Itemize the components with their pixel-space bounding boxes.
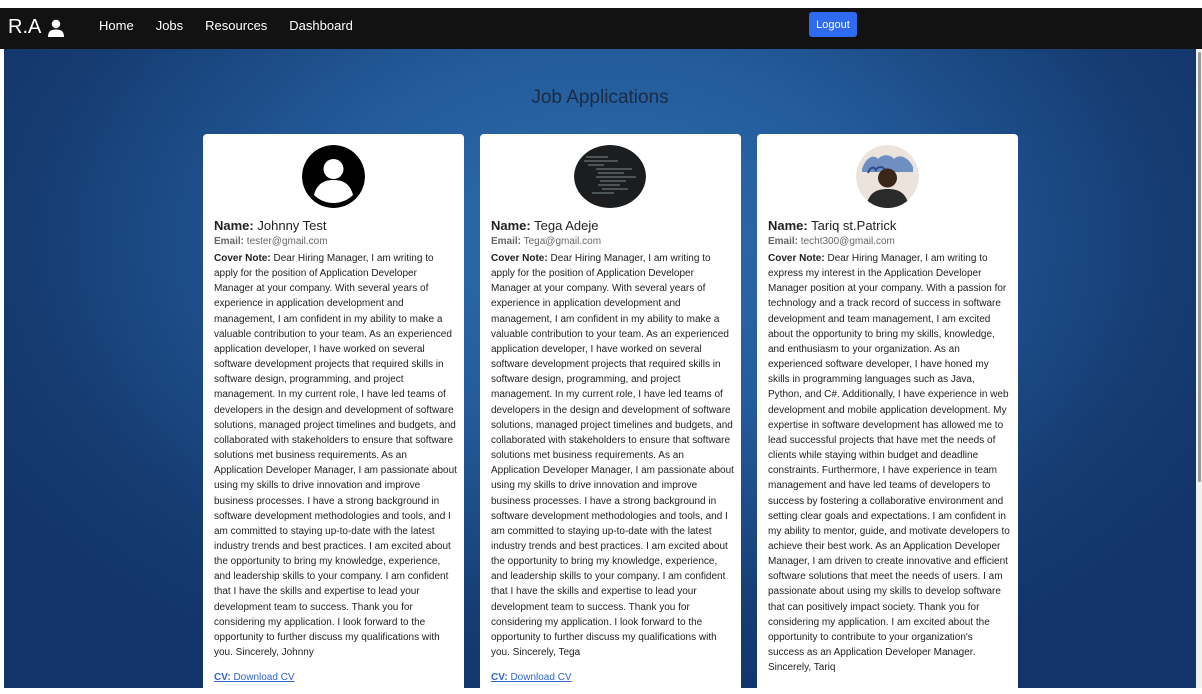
name-value: Tariq st.Patrick — [811, 218, 897, 233]
name-label: Name: — [214, 218, 254, 233]
navbar: R.A Home Jobs Resources Dashboard Logout — [0, 8, 1202, 49]
cover-note: Cover Note: Dear Hiring Manager, I am wr… — [768, 251, 1011, 675]
nav-home-link[interactable]: Home — [99, 18, 134, 33]
applicant-email: Email: tester@gmail.com — [214, 236, 328, 247]
nav-jobs-link[interactable]: Jobs — [156, 18, 183, 33]
applicant-name: Name: Tega Adeje — [491, 218, 598, 233]
scrollbar-thumb[interactable] — [1198, 52, 1201, 482]
cover-note-text: Dear Hiring Manager, I am writing to app… — [491, 253, 734, 659]
user-icon — [48, 19, 65, 37]
email-value: tester@gmail.com — [246, 236, 328, 247]
email-label: Email: — [491, 236, 522, 247]
terminal-photo — [574, 145, 646, 208]
logout-button[interactable]: Logout — [809, 12, 857, 37]
main-content: Job Applications Name: Johnny Test Email… — [4, 49, 1196, 694]
email-value: Tega@gmail.com — [523, 236, 602, 247]
email-label: Email: — [768, 236, 799, 247]
applicant-email: Email: Tega@gmail.com — [491, 236, 601, 247]
application-card-tega: Name: Tega Adeje Email: Tega@gmail.com C… — [480, 134, 741, 694]
default-user-icon — [302, 145, 365, 208]
cv-link-text: Download CV — [510, 672, 572, 683]
email-label: Email: — [214, 236, 245, 247]
download-cv-link[interactable]: CV: Download CV — [214, 672, 295, 683]
email-value: techt300@gmail.com — [800, 236, 895, 247]
nav-resources-link[interactable]: Resources — [205, 18, 267, 33]
applicant-email: Email: techt300@gmail.com — [768, 236, 895, 247]
nav-dashboard-link[interactable]: Dashboard — [289, 18, 353, 33]
name-value: Johnny Test — [257, 218, 327, 233]
applicant-name: Name: Tariq st.Patrick — [768, 218, 896, 233]
name-label: Name: — [768, 218, 808, 233]
cover-note-text: Dear Hiring Manager, I am writing to app… — [214, 253, 457, 659]
brand[interactable]: R.A — [8, 16, 65, 39]
applicant-name: Name: Johnny Test — [214, 218, 327, 233]
cv-label: CV: — [491, 672, 508, 683]
name-label: Name: — [491, 218, 531, 233]
cover-note-label: Cover Note: — [214, 253, 271, 264]
cover-note-label: Cover Note: — [491, 253, 548, 264]
application-card-johnny: Name: Johnny Test Email: tester@gmail.co… — [203, 134, 464, 694]
page-title: Job Applications — [531, 87, 669, 108]
cover-note: Cover Note: Dear Hiring Manager, I am wr… — [214, 251, 457, 660]
cv-link-text: Download CV — [233, 672, 295, 683]
cv-label: CV: — [214, 672, 231, 683]
brand-text: R.A — [8, 16, 42, 38]
cover-note-label: Cover Note: — [768, 253, 825, 264]
application-card-tariq: Name: Tariq st.Patrick Email: techt300@g… — [757, 134, 1018, 694]
name-value: Tega Adeje — [534, 218, 599, 233]
nav-links: Home Jobs Resources Dashboard — [99, 18, 375, 33]
window-top-edge — [0, 0, 1202, 8]
cover-note-text: Dear Hiring Manager, I am writing to exp… — [768, 253, 1010, 674]
cover-note: Cover Note: Dear Hiring Manager, I am wr… — [491, 251, 734, 660]
person-photo — [856, 145, 919, 208]
download-cv-link[interactable]: CV: Download CV — [491, 672, 572, 683]
